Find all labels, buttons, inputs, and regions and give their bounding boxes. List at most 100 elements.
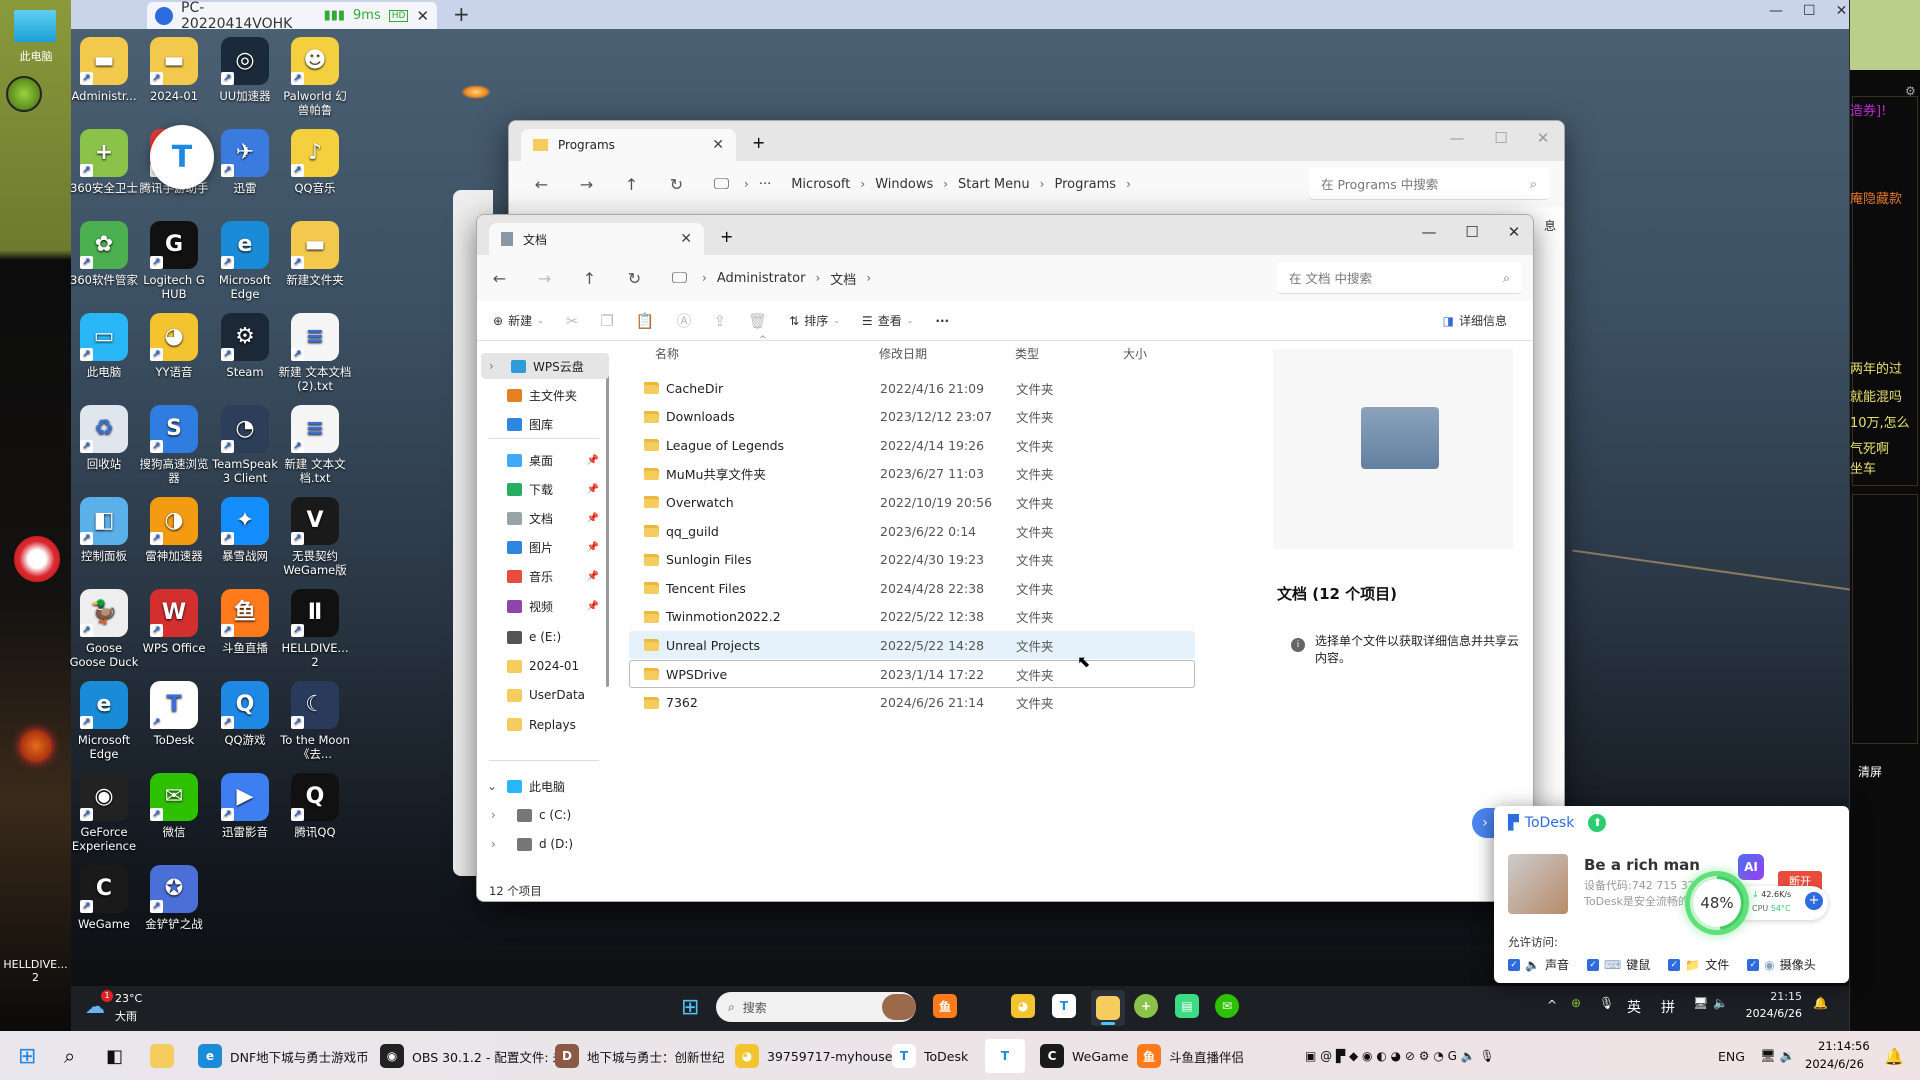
sidebar-item[interactable]: 2024-01 xyxy=(477,653,605,679)
taskbar-app-explorer[interactable] xyxy=(1091,990,1125,1026)
taskbar-app-notes[interactable]: ▤ xyxy=(1175,994,1199,1018)
permission-checkbox[interactable]: ✓ ⌨ 键鼠 xyxy=(1586,956,1650,973)
forward-button[interactable]: → xyxy=(522,269,567,288)
microphone-icon[interactable]: 🎙 xyxy=(1599,996,1614,1010)
chevron-right-icon[interactable]: › xyxy=(491,808,496,822)
desktop-icon[interactable]: Ⅱ ↗ HELLDIVE... 2 xyxy=(278,589,352,669)
file-row[interactable]: Overwatch 2022/10/19 20:56 文件夹 xyxy=(629,488,1195,516)
desktop-icon[interactable]: + ↗ 360安全卫士 xyxy=(67,129,141,195)
host-taskbar-app[interactable]: e DNF地下城与勇士游戏币 xyxy=(198,1039,369,1073)
tray-360-icon[interactable]: ⊕ xyxy=(1571,996,1581,1010)
clock-date[interactable]: 2024/6/26 xyxy=(1736,1007,1802,1020)
desktop-icon[interactable]: ◕ ↗ YY语音 xyxy=(137,313,211,379)
more-button[interactable]: ··· xyxy=(935,314,949,328)
desktop-icon[interactable]: ✪ ↗ 金铲铲之战 xyxy=(137,865,211,931)
host-taskbar-app[interactable]: ◉ OBS 30.1.2 - 配置文件: 未 xyxy=(380,1039,562,1073)
desktop-icon[interactable]: ☻ ↗ Palworld 幻兽帕鲁 xyxy=(278,37,352,117)
minimize-button[interactable]: — xyxy=(1437,129,1477,147)
host-taskbar-app[interactable]: T xyxy=(985,1039,1025,1073)
share-button[interactable]: ⇪ xyxy=(714,312,727,330)
tab-documents[interactable]: 文档 ✕ xyxy=(489,223,704,255)
host-taskbar-app[interactable]: T ToDesk xyxy=(892,1039,968,1073)
desktop-icon[interactable]: 🦆 ↗ Goose Goose Duck xyxy=(67,589,141,669)
sidebar-item[interactable]: › c (C:) xyxy=(477,802,605,828)
permission-checkbox[interactable]: ✓ 📁 文件 xyxy=(1668,956,1729,973)
desktop-icon[interactable]: ◧ ↗ 控制面板 xyxy=(67,497,141,563)
chevron-right-icon[interactable]: › xyxy=(489,359,494,373)
sidebar-item[interactable]: UserData xyxy=(477,682,605,708)
desktop-icon[interactable]: T ↗ ToDesk xyxy=(137,681,211,747)
close-button[interactable]: ✕ xyxy=(1836,3,1848,19)
sidebar-item[interactable]: 桌面 📌 xyxy=(477,447,605,473)
new-tab-button[interactable]: + xyxy=(752,133,765,152)
view-button[interactable]: ☰ 查看 ⌄ xyxy=(862,312,913,329)
paste-button[interactable]: 📋 xyxy=(636,312,655,330)
desktop-icon[interactable]: W ↗ WPS Office xyxy=(137,589,211,655)
desktop-icon[interactable]: ♪ ↗ QQ音乐 xyxy=(278,129,352,195)
host-tray-icons[interactable]: ▣ @ ▛ ◆ ◉ ◐ ◕ ⊘ ⚙ ◔ G 🔈 🎙 xyxy=(1305,1039,1495,1073)
desktop-icon[interactable]: ✉ ↗ 微信 xyxy=(137,773,211,839)
host-notification-icon[interactable]: 🔔 xyxy=(1884,1039,1904,1073)
game-badge-icon[interactable] xyxy=(6,76,42,112)
tab-programs[interactable]: Programs ✕ xyxy=(521,129,736,161)
start-button[interactable]: ⊞ xyxy=(18,1039,36,1073)
permission-checkbox[interactable]: ✓ 🔈 声音 xyxy=(1508,956,1569,973)
desktop-icon[interactable]: ▶ ↗ 迅雷影音 xyxy=(208,773,282,839)
desktop-icon[interactable]: ☾ ↗ To the Moon《去... xyxy=(278,681,352,761)
breadcrumb-item[interactable]: Start Menu xyxy=(958,177,1030,192)
sidebar-item[interactable]: 音乐 📌 xyxy=(477,564,605,590)
taskbar-app-todesk[interactable]: T xyxy=(1052,994,1076,1018)
sidebar-item[interactable]: e (E:) xyxy=(477,624,605,650)
desktop-icon[interactable]: ▬ ↗ 2024-01 xyxy=(137,37,211,103)
game-avatar-icon[interactable] xyxy=(14,536,60,582)
search-input[interactable]: 在 Programs 中搜索 ⌕ xyxy=(1309,168,1549,200)
close-tab-icon[interactable]: ✕ xyxy=(680,231,692,247)
breadcrumb-overflow[interactable]: ··· xyxy=(759,177,771,192)
ai-button[interactable]: AI xyxy=(1738,854,1764,880)
sidebar-item[interactable]: 图片 📌 xyxy=(477,535,605,561)
desktop-icon[interactable]: ≡ ↗ 新建 文本文档 (2).txt xyxy=(278,313,352,393)
delete-button[interactable]: 🗑 xyxy=(748,312,767,330)
sidebar-item[interactable]: 文档 📌 xyxy=(477,505,605,531)
close-tab-icon[interactable]: ✕ xyxy=(416,7,429,25)
clear-chat-button[interactable]: 清屏 xyxy=(1858,763,1882,780)
host-ime-lang[interactable]: ENG xyxy=(1718,1039,1745,1073)
refresh-button[interactable]: ↻ xyxy=(612,269,657,288)
host-clock-date[interactable]: 2024/6/26 xyxy=(1794,1057,1864,1071)
desktop-icon[interactable]: ▭ ↗ 此电脑 xyxy=(67,313,141,379)
taskbar-app-wechat[interactable]: ✉ xyxy=(1215,994,1239,1018)
up-button[interactable]: ↑ xyxy=(609,175,654,194)
ime-mode[interactable]: 拼 xyxy=(1661,997,1675,1017)
host-network-volume-icon[interactable]: 🖥 🔉 xyxy=(1760,1039,1795,1073)
sidebar-item[interactable]: 主文件夹 xyxy=(477,382,605,408)
upgrade-icon[interactable]: ⬆ xyxy=(1588,814,1607,832)
host-taskbar-app[interactable]: C WeGame xyxy=(1040,1039,1129,1073)
taskbar-app-explorer[interactable] xyxy=(150,1039,174,1073)
desktop-icon[interactable]: Q ↗ QQ游戏 xyxy=(208,681,282,747)
add-button[interactable]: + xyxy=(1805,892,1823,910)
file-row[interactable]: Twinmotion2022.2 2022/5/22 12:38 文件夹 xyxy=(629,603,1195,631)
file-row[interactable]: Tencent Files 2024/4/28 22:38 文件夹 xyxy=(629,574,1195,602)
new-button[interactable]: ⊕ 新建 ⌄ xyxy=(493,312,544,329)
taskbar-app-yy[interactable]: ◕ xyxy=(1011,994,1035,1018)
column-header-name[interactable]: 名称 xyxy=(655,345,679,362)
clock-time[interactable]: 21:15 xyxy=(1756,990,1802,1003)
file-row[interactable]: qq_guild 2023/6/22 0:14 文件夹 xyxy=(629,517,1195,545)
desktop-icon[interactable]: 鱼 ↗ 斗鱼直播 xyxy=(208,589,282,655)
desktop-icon[interactable]: e ↗ Microsoft Edge xyxy=(67,681,141,761)
file-row[interactable]: CacheDir 2022/4/16 21:09 文件夹 xyxy=(629,374,1195,402)
task-view-button[interactable]: ◧ xyxy=(106,1039,123,1073)
permission-checkbox[interactable]: ✓ ◉ 摄像头 xyxy=(1747,956,1816,973)
volume-icon[interactable]: 🔈 xyxy=(1713,996,1728,1010)
computer-icon[interactable]: 🖵 xyxy=(657,268,702,288)
search-input[interactable]: 在 文档 中搜索 ⌕ xyxy=(1277,262,1522,294)
cut-button[interactable]: ✂ xyxy=(566,312,579,330)
weather-temp[interactable]: 23°C xyxy=(115,992,142,1005)
column-header-type[interactable]: 类型 xyxy=(1015,345,1039,362)
remote-session-tab[interactable]: PC-20220414VOHK ▮▮▮ 9ms HD ✕ xyxy=(147,0,437,32)
details-pane-button[interactable]: ◨ 详细信息 xyxy=(1443,312,1507,329)
taskbar-app-douyu[interactable]: 鱼 xyxy=(933,994,957,1018)
desktop-icon[interactable]: ✈ ↗ 迅雷 xyxy=(208,129,282,195)
sidebar-item[interactable]: 视频 📌 xyxy=(477,593,605,619)
desktop-icon[interactable]: ✦ ↗ 暴雪战网 xyxy=(208,497,282,563)
